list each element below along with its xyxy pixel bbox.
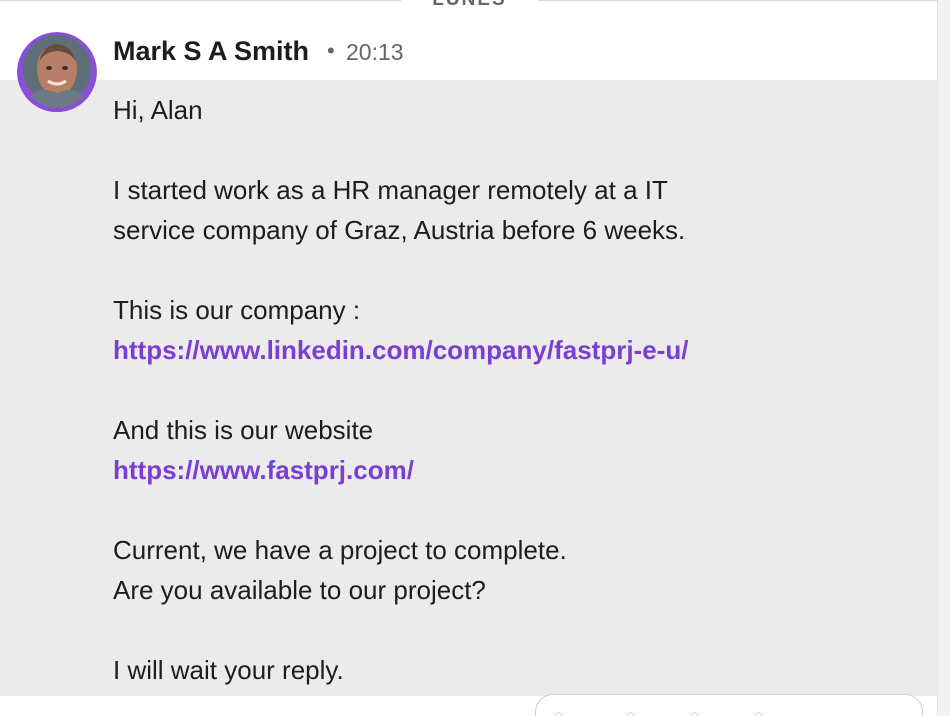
conversation-view: LUNES Mark S A Smith • 20:13 Hi, Alan I …	[0, 0, 950, 716]
message-line-4: This is our company :	[113, 295, 361, 325]
sender-name[interactable]: Mark S A Smith	[113, 36, 309, 67]
reaction-bar[interactable]: ◌ ◌ ◌ ◌	[535, 694, 923, 716]
reaction-icons[interactable]: ◌	[690, 707, 698, 716]
message-line-3: service company of Graz, Austria before …	[113, 215, 686, 245]
website-link[interactable]: https://www.fastprj.com/	[113, 455, 414, 485]
message-time: 20:13	[346, 39, 404, 65]
timestamp-separator: •	[327, 38, 335, 63]
scrollbar-track[interactable]	[937, 0, 950, 716]
day-divider: LUNES	[401, 0, 538, 14]
linkedin-company-link[interactable]: https://www.linkedin.com/company/fastprj…	[113, 335, 688, 365]
message-line-2: I started work as a HR manager remotely …	[113, 175, 668, 205]
message-line-6: And this is our website	[113, 415, 374, 445]
message-line-10: I will wait your reply.	[113, 655, 344, 685]
reaction-icons[interactable]: ◌	[754, 707, 762, 716]
reaction-icons[interactable]: ◌	[554, 707, 562, 716]
reaction-icons[interactable]: ◌	[626, 707, 634, 716]
sender-avatar[interactable]	[17, 32, 97, 112]
message-line-1: Hi, Alan	[113, 95, 203, 125]
message-line-9: Are you available to our project?	[113, 575, 486, 605]
message-line-8: Current, we have a project to complete.	[113, 535, 567, 565]
avatar-photo	[17, 32, 97, 112]
